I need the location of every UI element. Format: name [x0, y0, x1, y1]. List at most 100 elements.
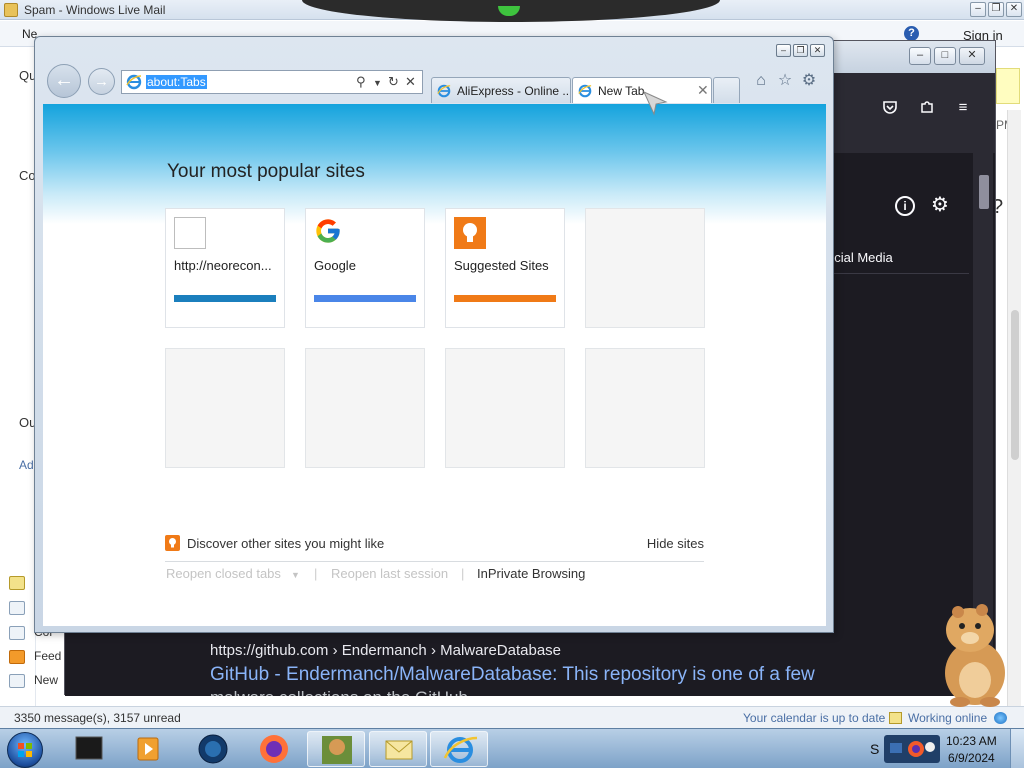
taskbar-app-hamster-box[interactable]	[307, 731, 365, 767]
taskbar-app-firefox[interactable]	[245, 731, 303, 767]
empty-site-tile[interactable]	[585, 208, 705, 328]
ie-page-icon	[126, 74, 142, 93]
taskbar: S 10:23 AM 6/9/2024	[0, 728, 1024, 768]
pocket-icon[interactable]	[881, 99, 899, 117]
feeds-nav-label[interactable]: Feed	[34, 649, 61, 663]
add-account-link[interactable]: Ad	[19, 458, 34, 472]
refresh-icon[interactable]: ↻	[388, 74, 399, 90]
search-icon[interactable]: ⚲	[356, 74, 366, 90]
feeds-nav-icon[interactable]	[9, 650, 25, 664]
scrollbar-thumb[interactable]	[1011, 310, 1019, 460]
address-input[interactable]: about:Tabs	[146, 75, 207, 89]
favorites-star-icon[interactable]: ☆	[775, 71, 795, 91]
tray-show-desktop-label[interactable]: S	[870, 741, 879, 757]
tile-color-bar	[454, 295, 556, 302]
mouse-cursor-icon	[642, 90, 668, 116]
ie-minimize-button[interactable]: –	[776, 44, 791, 57]
header-gradient	[43, 104, 826, 224]
tile-color-bar	[174, 295, 276, 302]
start-button[interactable]	[7, 732, 43, 768]
firefox-minimize-button[interactable]: –	[909, 47, 931, 65]
tile-label: Suggested Sites	[454, 258, 549, 273]
wlm-restore-button[interactable]: ❐	[988, 2, 1004, 17]
settings-gear-icon[interactable]: ⚙	[931, 195, 949, 215]
empty-site-tile[interactable]	[585, 348, 705, 468]
wlm-status-bar: 3350 message(s), 3157 unread Your calend…	[0, 706, 1024, 728]
calendar-status[interactable]: Your calendar is up to date	[743, 711, 885, 725]
firefox-close-button[interactable]: ✕	[959, 47, 985, 65]
taskbar-app-internet-explorer[interactable]	[430, 731, 488, 767]
site-tile-google[interactable]: Google	[305, 208, 425, 328]
tab-label: New Tab	[598, 84, 645, 98]
social-media-tab[interactable]: ocial Media	[827, 250, 893, 265]
newsgroups-nav-label[interactable]: New	[34, 673, 58, 687]
tab-close-icon[interactable]: ✕	[697, 82, 709, 99]
discover-sites-link[interactable]: Discover other sites you might like	[187, 536, 384, 551]
online-status[interactable]: Working online	[908, 711, 987, 725]
new-tab-button[interactable]	[713, 77, 740, 103]
search-result-url[interactable]: https://github.com › Endermanch › Malwar…	[210, 642, 561, 659]
extensions-icon[interactable]	[918, 99, 936, 117]
wlm-window-controls: – ❐ ✕	[970, 2, 1022, 17]
firefox-maximize-button[interactable]: □	[934, 47, 956, 65]
help-icon[interactable]: ?	[904, 26, 919, 41]
reopen-closed-tabs-link[interactable]: Reopen closed tabs	[166, 566, 281, 581]
contacts-nav-icon[interactable]	[9, 626, 25, 640]
ie-window-controls: – ❐ ✕	[776, 44, 825, 57]
tile-color-bar	[314, 295, 416, 302]
globe-icon	[994, 712, 1007, 724]
empty-site-tile[interactable]	[165, 348, 285, 468]
search-result-snippet: malware collections on the GitHub	[210, 688, 468, 696]
tile-label: http://neorecon...	[174, 258, 272, 273]
wlm-close-button[interactable]: ✕	[1006, 2, 1022, 17]
calendar-nav-icon[interactable]	[9, 601, 25, 615]
tab-aliexpress[interactable]: AliExpress - Online ...	[431, 77, 571, 103]
address-bar[interactable]: about:Tabs ⚲ ▼ ↻ ✕	[121, 70, 423, 94]
recorder-indicator	[498, 6, 520, 16]
site-tile-neorecon[interactable]: http://neorecon...	[165, 208, 285, 328]
back-button[interactable]: ←	[47, 64, 81, 98]
info-bar	[996, 68, 1020, 104]
newsgroups-nav-icon[interactable]	[9, 674, 25, 688]
google-icon	[314, 217, 346, 249]
separator: |	[461, 566, 465, 581]
ie-close-button[interactable]: ✕	[810, 44, 825, 57]
stop-icon[interactable]: ✕	[405, 74, 416, 90]
firefox-window-controls: – □ ✕	[909, 47, 985, 65]
ie-tab-icon	[437, 84, 451, 101]
inprivate-browsing-link[interactable]: InPrivate Browsing	[477, 566, 585, 581]
separator: |	[314, 566, 318, 581]
firefox-scrollbar-thumb[interactable]	[979, 175, 989, 209]
hamster-mascot-icon	[945, 604, 1005, 707]
taskbar-app-globe[interactable]	[184, 731, 242, 767]
clock-date[interactable]: 6/9/2024	[948, 751, 995, 765]
search-result-title[interactable]: GitHub - Endermanch/MalwareDatabase: Thi…	[210, 664, 815, 686]
tab-label: AliExpress - Online ...	[457, 84, 571, 98]
chevron-down-icon[interactable]: ▼	[291, 570, 300, 580]
forward-button[interactable]: →	[88, 68, 115, 95]
dropdown-arrow-icon[interactable]: ▼	[373, 78, 382, 88]
taskbar-app-black-box[interactable]	[60, 731, 118, 767]
wlm-app-icon	[4, 3, 18, 17]
wlm-minimize-button[interactable]: –	[970, 2, 986, 17]
site-tile-suggested-sites[interactable]: Suggested Sites	[445, 208, 565, 328]
taskbar-app-media-player[interactable]	[120, 731, 178, 767]
message-count: 3350 message(s), 3157 unread	[14, 711, 181, 725]
tools-gear-icon[interactable]: ⚙	[799, 71, 819, 91]
home-icon[interactable]: ⌂	[751, 71, 771, 91]
discover-row: Discover other sites you might like Hide…	[165, 535, 704, 562]
show-desktop-button[interactable]	[1010, 729, 1024, 768]
clock-time[interactable]: 10:23 AM	[946, 734, 997, 748]
tray-icons[interactable]	[884, 735, 940, 763]
taskbar-app-windows-live-mail[interactable]	[369, 731, 427, 767]
ie-tab-icon	[578, 84, 592, 101]
empty-site-tile[interactable]	[445, 348, 565, 468]
wlm-window-title: Spam - Windows Live Mail	[24, 3, 166, 17]
hide-sites-link[interactable]: Hide sites	[647, 536, 704, 551]
reopen-last-session-link[interactable]: Reopen last session	[331, 566, 448, 581]
mail-nav-icon[interactable]	[9, 576, 25, 590]
ie-restore-button[interactable]: ❐	[793, 44, 808, 57]
empty-site-tile[interactable]	[305, 348, 425, 468]
info-icon[interactable]: i	[895, 196, 915, 216]
hamburger-menu-icon[interactable]: ≡	[954, 99, 972, 117]
